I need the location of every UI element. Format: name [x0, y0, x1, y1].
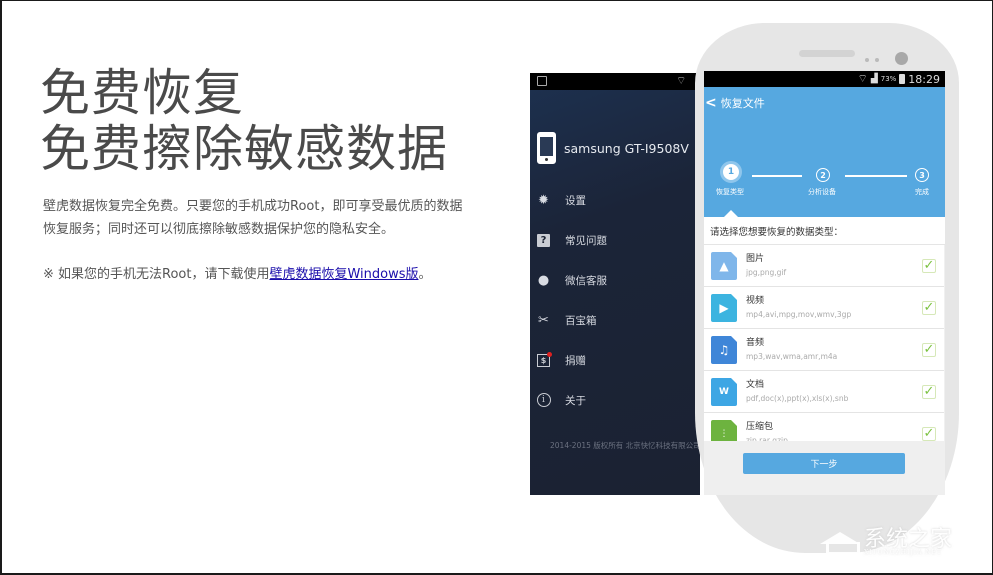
- checkbox-documents[interactable]: ✓: [922, 385, 936, 399]
- step-number: 1: [727, 167, 735, 177]
- hero-description-line2: 恢复服务；同时还可以彻底擦除敏感数据保护您的隐私安全。: [43, 222, 395, 237]
- watermark: 系统之家 XITONGZHIJIA.NET: [820, 521, 952, 556]
- data-type-list: ▲ 图片 jpg,png,gif ✓ ▶ 视频 mp4,avi,mpg,mov,…: [704, 245, 945, 463]
- device-name: samsung GT-I9508V: [564, 140, 689, 156]
- checkbox-archives[interactable]: ✓: [922, 427, 936, 441]
- checkbox-video[interactable]: ✓: [922, 301, 936, 315]
- status-time: 18:29: [908, 72, 940, 86]
- page-frame: 免费恢复 免费擦除敏感数据 壁虎数据恢复完全免费。只要您的手机成功Root，即可…: [0, 0, 993, 575]
- house-logo-icon: [820, 522, 860, 555]
- recovery-screen: ⌔ ▟ 73% 18:29 < 恢复文件 1 2 3 恢复类型 分析设备 完成 …: [704, 71, 945, 495]
- type-ext: jpg,png,gif: [746, 267, 787, 277]
- type-text: 视频 mp4,avi,mpg,mov,wmv,3gp: [746, 295, 851, 321]
- menu-item-toolbox[interactable]: ✂ 百宝箱: [530, 300, 700, 340]
- hero-note: ※ 如果您的手机无法Root，请下载使用壁虎数据恢复Windows版。: [43, 265, 432, 285]
- document-file-icon: W: [711, 377, 737, 406]
- copyright-text: 2014-2015 版权所有 北京快忆科技有限公司: [550, 441, 700, 450]
- hero-description-line1: 壁虎数据恢复完全免费。只要您的手机成功Root，即可享受最优质的数据: [43, 199, 463, 214]
- hero-title: 免费恢复 免费擦除敏感数据: [40, 65, 448, 177]
- bottom-bar: 下一步: [704, 441, 945, 495]
- menu-item-donate[interactable]: $ 捐赠: [530, 340, 700, 380]
- step-pointer: [724, 210, 738, 217]
- gear-icon: ✹: [538, 192, 549, 208]
- recovery-header: < 恢复文件 1 2 3 恢复类型 分析设备 完成: [704, 87, 945, 217]
- status-bar: ⌔ ▟ 73% 18:29: [704, 71, 945, 87]
- step-3-label: 完成: [915, 188, 929, 196]
- image-file-icon: ▲: [711, 251, 737, 280]
- phone-speaker: [799, 50, 855, 57]
- phone-icon: [537, 132, 556, 164]
- step-connector: [752, 175, 802, 177]
- donate-icon: $: [536, 351, 552, 368]
- type-ext: mp4,avi,mpg,mov,wmv,3gp: [746, 309, 852, 319]
- type-name: 压缩包: [746, 421, 774, 432]
- tools-icon: ✂: [538, 312, 549, 328]
- step-3-indicator: 3: [915, 168, 929, 182]
- checkbox-audio[interactable]: ✓: [922, 343, 936, 357]
- phone-camera: [895, 52, 908, 65]
- step-connector: [845, 175, 907, 177]
- menu-label: 常见问题: [565, 234, 607, 247]
- back-button[interactable]: < 恢复文件: [705, 95, 765, 111]
- video-file-icon: ▶: [711, 293, 737, 322]
- battery-icon: [899, 74, 906, 84]
- menu-label: 设置: [565, 194, 586, 207]
- menu-label: 捐赠: [565, 354, 586, 367]
- type-ext: pdf,doc(x),ppt(x),xls(x),snb: [746, 393, 849, 403]
- data-type-images[interactable]: ▲ 图片 jpg,png,gif ✓: [704, 245, 944, 287]
- hero-title-line1: 免费恢复: [40, 64, 244, 122]
- checkbox-images[interactable]: ✓: [922, 259, 936, 273]
- type-name: 图片: [746, 253, 765, 264]
- menu-item-wechat-support[interactable]: ● 微信客服: [530, 260, 700, 300]
- type-name: 视频: [746, 295, 765, 306]
- menu-label: 微信客服: [565, 274, 607, 287]
- type-text: 文档 pdf,doc(x),ppt(x),xls(x),snb: [746, 379, 848, 405]
- app-drawer-screenshot: ⌔ samsung GT-I9508V ✹ 设置 ? 常见问题 ● 微信客服 ✂…: [530, 73, 700, 495]
- chat-icon: ●: [537, 272, 550, 288]
- windows-version-link[interactable]: 壁虎数据恢复Windows版: [269, 267, 418, 282]
- menu-item-faq[interactable]: ? 常见问题: [530, 220, 700, 260]
- menu-item-settings[interactable]: ✹ 设置: [530, 180, 700, 220]
- type-text: 音频 mp3,wav,wma,amr,m4a: [746, 337, 837, 363]
- type-name: 文档: [746, 379, 765, 390]
- device-info: samsung GT-I9508V: [530, 123, 700, 173]
- note-prefix: ※ 如果您的手机无法Root，请下载使用: [43, 267, 270, 282]
- drawer-status-bar: ⌔: [530, 73, 700, 90]
- note-suffix: 。: [418, 267, 432, 282]
- screen-title: 恢复文件: [720, 97, 765, 110]
- phone-sensor-dot: [865, 58, 869, 62]
- menu-label: 关于: [565, 394, 586, 407]
- chevron-left-icon: <: [705, 95, 717, 111]
- step-2-label: 分析设备: [808, 188, 836, 196]
- audio-file-icon: ♫: [711, 335, 737, 364]
- step-2-indicator: 2: [816, 168, 830, 182]
- drawer-menu: ✹ 设置 ? 常见问题 ● 微信客服 ✂ 百宝箱 $ 捐赠 i 关于: [530, 180, 700, 420]
- next-step-button[interactable]: 下一步: [743, 453, 905, 474]
- phone-sensor-dot: [875, 58, 879, 62]
- type-name: 音频: [746, 337, 765, 348]
- info-icon: i: [536, 393, 551, 408]
- hero-description: 壁虎数据恢复完全免费。只要您的手机成功Root，即可享受最优质的数据 恢复服务；…: [43, 195, 473, 241]
- signal-icon: ▟: [870, 74, 878, 84]
- step-1-indicator: 1: [720, 161, 742, 183]
- step-1-label: 恢复类型: [716, 188, 744, 196]
- gallery-icon: [537, 76, 547, 86]
- hero-title-line2: 免费擦除敏感数据: [40, 120, 448, 178]
- select-prompt: 请选择您想要恢复的数据类型：: [704, 217, 945, 245]
- menu-item-about[interactable]: i 关于: [530, 380, 700, 420]
- type-text: 图片 jpg,png,gif: [746, 253, 786, 279]
- wifi-icon: ⌔: [857, 72, 868, 85]
- step-number: 2: [820, 170, 826, 180]
- watermark-subtext: XITONGZHIJIA.NET: [864, 549, 943, 556]
- step-number: 3: [919, 170, 925, 180]
- type-ext: mp3,wav,wma,amr,m4a: [746, 351, 838, 361]
- data-type-documents[interactable]: W 文档 pdf,doc(x),ppt(x),xls(x),snb ✓: [704, 371, 944, 413]
- menu-label: 百宝箱: [565, 314, 597, 327]
- question-icon: ?: [536, 233, 551, 248]
- data-type-audio[interactable]: ♫ 音频 mp3,wav,wma,amr,m4a ✓: [704, 329, 944, 371]
- battery-percent: 73%: [880, 75, 897, 83]
- data-type-video[interactable]: ▶ 视频 mp4,avi,mpg,mov,wmv,3gp ✓: [704, 287, 944, 329]
- wifi-icon: ⌔: [676, 74, 687, 87]
